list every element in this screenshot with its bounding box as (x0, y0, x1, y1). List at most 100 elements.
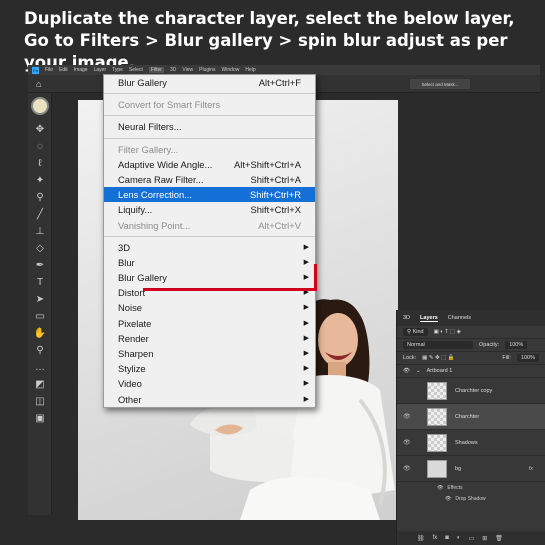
menu-item-shortcut: Alt+Ctrl+F (258, 77, 301, 88)
marquee-tool-icon[interactable]: ◌ (28, 138, 52, 155)
filter-menu-item[interactable]: Render ▶ (104, 331, 315, 346)
stamp-tool-icon[interactable]: ⊥ (28, 223, 52, 240)
filter-menu-item[interactable]: Blur Gallery Alt+Ctrl+F (104, 75, 315, 90)
eye-icon[interactable]: 👁 (403, 413, 415, 420)
artboard-row[interactable]: 👁 ⌄ Artboard 1 (397, 365, 545, 378)
layer-row[interactable]: 👁 Charchter (397, 404, 545, 430)
filter-menu-item[interactable]: Video ▶ (104, 376, 315, 391)
filter-menu-item[interactable]: Pixelate ▶ (104, 316, 315, 331)
more-tools-icon[interactable]: … (28, 359, 52, 376)
adjustment-icon[interactable]: ◐ (457, 535, 461, 541)
effects-row[interactable]: 👁 Effects (397, 482, 545, 493)
menu-3d[interactable]: 3D (170, 67, 176, 73)
menu-item-label: Convert for Smart Filters (118, 99, 221, 111)
trash-icon[interactable]: 🗑 (495, 535, 503, 542)
menu-file[interactable]: File (45, 67, 53, 73)
eraser-tool-icon[interactable]: ◇ (28, 240, 52, 257)
menu-item-label: Adaptive Wide Angle... (118, 158, 213, 170)
filter-menu-item[interactable]: 3D ▶ (104, 240, 315, 255)
fill-input[interactable]: 100% (516, 354, 539, 362)
shape-tool-icon[interactable]: ▭ (28, 308, 52, 325)
menu-window[interactable]: Window (222, 67, 240, 73)
drop-shadow-row[interactable]: 👁 Drop Shadow (397, 493, 545, 504)
filter-menu-item[interactable]: Neural Filters... (104, 119, 315, 134)
filter-menu-item[interactable]: Other ▶ (104, 392, 315, 407)
move-tool-icon[interactable]: ✥ (28, 121, 52, 138)
layers-panel: 3D Layers Channels ⚲ Kind ▣ ◐ T ⬚ ◈ Norm… (396, 310, 545, 545)
drop-shadow-label: Drop Shadow (455, 495, 486, 502)
magic-wand-tool-icon[interactable]: ✦ (28, 172, 52, 189)
menu-view[interactable]: View (182, 67, 193, 73)
layer-name: bg (455, 465, 462, 472)
menu-edit[interactable]: Edit (59, 67, 68, 73)
hand-tool-icon[interactable]: ✋ (28, 325, 52, 342)
home-icon[interactable]: ⌂ (36, 79, 41, 89)
eye-icon[interactable]: 👁 (437, 485, 443, 491)
kind-filter-select[interactable]: ⚲ Kind (403, 328, 428, 336)
opacity-input[interactable]: 100% (505, 341, 528, 349)
fx-icon[interactable]: fx (529, 466, 533, 472)
layer-thumbnail (427, 433, 447, 452)
menu-item-shortcut: Shift+Ctrl+A (250, 173, 301, 185)
filter-menu-item[interactable]: Adaptive Wide Angle... Alt+Shift+Ctrl+A (104, 157, 315, 172)
path-selection-tool-icon[interactable]: ➤ (28, 291, 52, 308)
filter-menu-item[interactable]: Blur ▶ (104, 255, 315, 270)
submenu-arrow-icon: ▶ (303, 243, 309, 251)
submenu-arrow-icon: ▶ (303, 258, 309, 266)
submenu-arrow-icon: ▶ (303, 319, 309, 327)
layer-row[interactable]: 👁 Shadows (397, 430, 545, 456)
menu-separator (104, 93, 315, 95)
filter-menu-item[interactable]: Sharpen ▶ (104, 346, 315, 361)
menu-image[interactable]: Image (74, 67, 88, 73)
layer-thumbnail (427, 407, 447, 426)
filter-menu-item[interactable]: Blur Gallery ▶ (104, 270, 315, 285)
menu-layer[interactable]: Layer (94, 67, 107, 73)
filter-icons[interactable]: ▣ ◐ T ⬚ ◈ (434, 329, 461, 335)
eyedropper-tool-icon[interactable]: ⚲ (28, 189, 52, 206)
menu-item-label: Render (118, 332, 149, 344)
layer-row[interactable]: 👁 bg fx (397, 456, 545, 482)
lock-icons[interactable]: ▦ ✎ ✥ ⬚ 🔒 (422, 355, 455, 361)
kind-label: Kind (412, 329, 424, 335)
layer-name: Charchter (455, 413, 480, 420)
filter-menu-item[interactable]: Noise ▶ (104, 300, 315, 315)
type-tool-icon[interactable]: T (28, 274, 52, 291)
filter-menu-item[interactable]: Camera Raw Filter... Shift+Ctrl+A (104, 172, 315, 187)
menu-select[interactable]: Select (129, 67, 143, 73)
menu-item-label: Other (118, 393, 142, 405)
tab-layers[interactable]: Layers (420, 315, 438, 322)
eye-icon[interactable]: 👁 (403, 465, 415, 472)
menu-help[interactable]: Help (245, 67, 255, 73)
menu-type[interactable]: Type (112, 67, 123, 73)
fx-icon[interactable]: fx (433, 535, 438, 541)
tab-3d[interactable]: 3D (403, 315, 410, 321)
color-swatches-icon[interactable]: ◩ (28, 376, 52, 393)
layer-name: Charchter copy (455, 387, 493, 394)
menu-item-shortcut: Alt+Shift+Ctrl+A (234, 158, 301, 170)
tab-channels[interactable]: Channels (448, 315, 471, 321)
filter-menu-item[interactable]: Stylize ▶ (104, 361, 315, 376)
layer-row[interactable]: Charchter copy (397, 378, 545, 404)
lock-label: Lock: (403, 355, 417, 361)
zoom-tool-icon[interactable]: ⚲ (28, 342, 52, 359)
lasso-tool-icon[interactable]: ℓ (28, 155, 52, 172)
chevron-down-icon[interactable]: ⌄ (416, 368, 421, 374)
link-layers-icon[interactable]: ⛓ (417, 535, 425, 542)
blend-mode-select[interactable]: Normal (403, 341, 473, 349)
filter-menu-item[interactable]: Liquify... Shift+Ctrl+X (104, 202, 315, 217)
select-and-mask-button[interactable]: Select and Mask... (410, 79, 470, 89)
eye-icon[interactable]: 👁 (445, 496, 451, 502)
mask-icon[interactable]: ◙ (445, 535, 449, 541)
menu-filter[interactable]: Filter (148, 67, 164, 73)
layers-panel-tabs: 3D Layers Channels (397, 310, 545, 326)
menu-plugins[interactable]: Plugins (199, 67, 215, 73)
eye-icon[interactable]: 👁 (403, 439, 415, 446)
quick-mask-icon[interactable]: ◫ (28, 393, 52, 410)
screen-mode-icon[interactable]: ▣ (28, 410, 52, 427)
new-layer-icon[interactable]: ⊞ (482, 535, 487, 542)
pen-tool-icon[interactable]: ✒ (28, 257, 52, 274)
eye-icon[interactable]: 👁 (403, 368, 410, 374)
brush-tool-icon[interactable]: ╱ (28, 206, 52, 223)
filter-menu-item[interactable]: Lens Correction... Shift+Ctrl+R (104, 187, 315, 203)
folder-icon[interactable]: ▭ (469, 535, 475, 542)
